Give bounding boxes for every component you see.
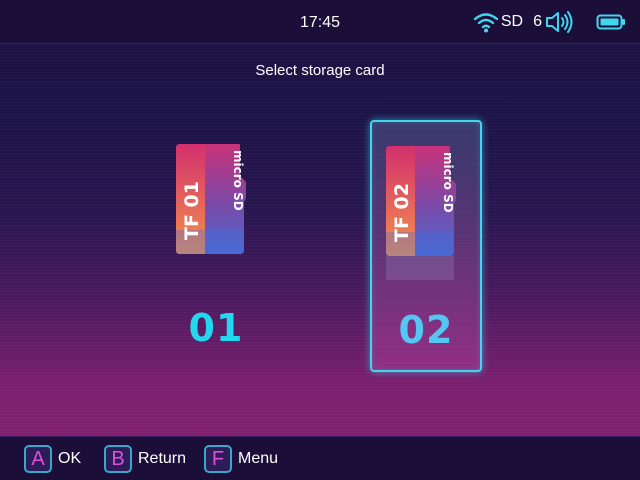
- volume-icon: [544, 10, 576, 34]
- card-brand: micro SD: [231, 150, 245, 211]
- hint-return[interactable]: B Return: [104, 443, 186, 475]
- storage-slot-01[interactable]: TF 01 micro SD 01: [160, 120, 272, 372]
- card-reflection: [386, 256, 466, 280]
- slot-number: 01: [188, 306, 244, 350]
- a-key-icon: A: [24, 445, 52, 473]
- status-indicators: SD 6: [473, 9, 626, 35]
- hint-label: OK: [58, 450, 82, 467]
- sd-indicator: SD: [500, 13, 524, 30]
- status-bar: 17:45 SD 6: [0, 0, 640, 44]
- card-label: TF 02: [391, 183, 413, 242]
- wifi-icon: [473, 11, 499, 33]
- card-brand: micro SD: [441, 152, 455, 213]
- microsd-card-icon: TF 01 micro SD: [176, 144, 246, 254]
- b-key-icon: B: [104, 445, 132, 473]
- button-hint-bar: A OK B Return F Menu: [0, 436, 640, 480]
- hint-ok[interactable]: A OK: [24, 443, 81, 475]
- f-key-icon: F: [204, 445, 232, 473]
- slot-number: 02: [398, 308, 454, 352]
- card-label: TF 01: [181, 181, 203, 240]
- page-title: Select storage card: [255, 62, 385, 79]
- hint-menu[interactable]: F Menu: [204, 443, 278, 475]
- volume-level: 6: [533, 13, 542, 30]
- hint-label: Menu: [238, 450, 279, 467]
- microsd-card-icon: TF 02 micro SD: [386, 146, 456, 256]
- storage-slot-02[interactable]: TF 02 micro SD 02: [370, 120, 482, 372]
- hint-label: Return: [138, 450, 187, 467]
- battery-icon: [596, 14, 626, 30]
